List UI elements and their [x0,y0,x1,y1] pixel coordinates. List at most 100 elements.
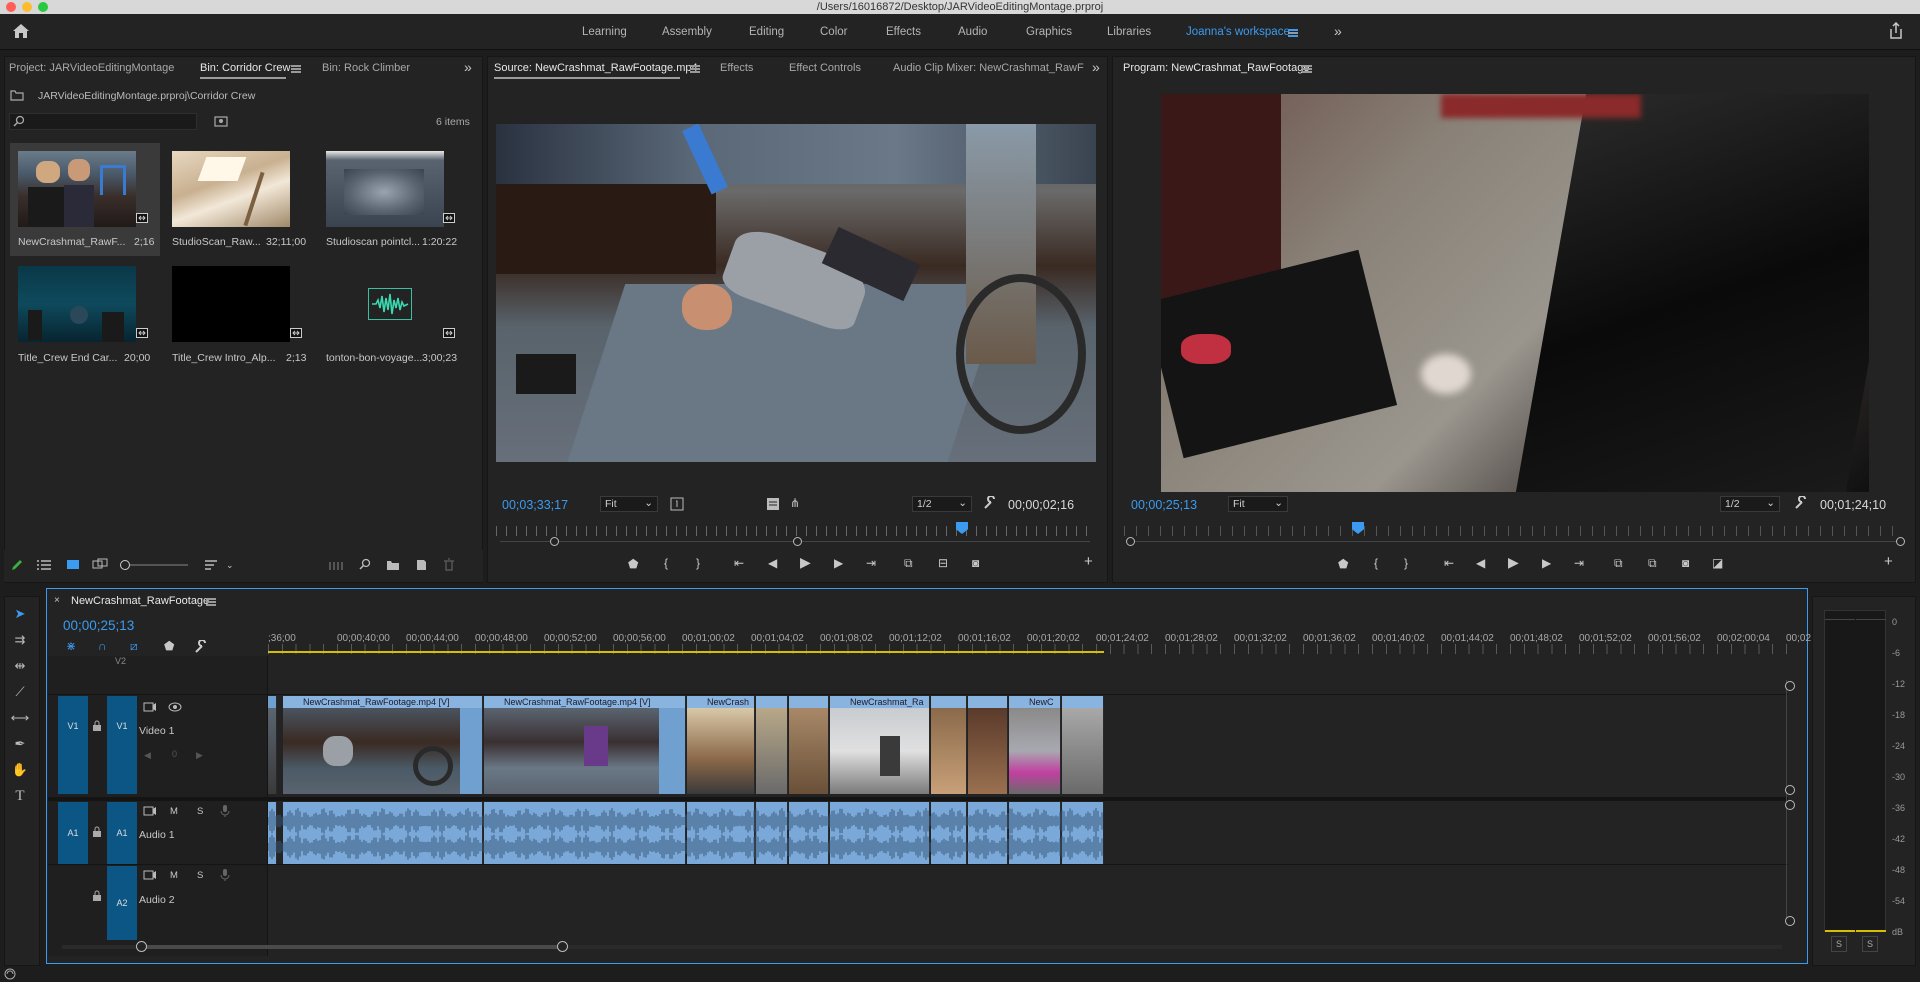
video-clip[interactable] [756,696,788,794]
work-area-bar[interactable] [268,651,1104,653]
add-marker-icon[interactable]: ⬟ [1338,558,1348,570]
more-workspaces-icon[interactable]: » [1334,24,1342,38]
mark-in-icon[interactable]: { [664,557,668,569]
prev-keyframe-icon[interactable]: ◀ [144,749,151,761]
add-marker-icon[interactable]: ⬟ [628,558,638,570]
workspace-editing[interactable]: Editing [749,26,784,38]
button-editor-icon[interactable]: + [1084,554,1093,569]
microphone-icon[interactable] [220,804,230,818]
bin-menu-icon[interactable] [291,65,301,73]
vertical-scroll-handle[interactable] [1785,916,1795,926]
sync-lock-icon[interactable] [143,806,157,816]
video-clip[interactable] [789,696,829,794]
video-clip[interactable]: NewCrash [687,696,755,794]
video-clip[interactable]: NewC [1009,696,1061,794]
video-clip[interactable]: NewCrashmat_Ra [830,696,930,794]
step-back-icon[interactable]: ◀ [1476,557,1485,569]
safe-margins-icon[interactable] [670,497,684,511]
track-select-tool-icon[interactable]: ⇉ [9,630,31,650]
sort-dropdown-icon[interactable]: ⌄ [226,559,234,571]
overwrite-icon[interactable]: ⊟ [938,557,948,569]
minimize-window-icon[interactable] [22,2,32,12]
next-keyframe-icon[interactable]: ▶ [196,749,203,761]
sync-lock-icon[interactable] [143,870,157,880]
extract-icon[interactable]: ⧉ [1648,557,1657,569]
workspace-graphics[interactable]: Graphics [1026,26,1072,38]
bin-item-thumbnail[interactable] [172,151,290,227]
track-target-a3[interactable] [107,930,137,940]
lift-icon[interactable]: ⧉ [1614,557,1623,569]
lock-icon[interactable] [92,720,102,732]
settings-wrench-icon[interactable] [1794,496,1808,510]
source-fit-select[interactable]: Fit ⌄ [600,496,658,512]
bin-item-name[interactable]: StudioScan_Raw... [172,236,261,248]
program-video-frame[interactable] [1161,94,1869,492]
snap-icon[interactable]: ∩ [98,640,107,652]
go-to-in-icon[interactable]: ⇤ [734,557,744,569]
pen-tool-icon[interactable]: ✒ [9,734,31,754]
linked-selection-icon[interactable]: ⧄ [130,640,138,652]
find-icon[interactable] [358,558,372,572]
mark-in-icon[interactable]: { [1374,557,1378,569]
vertical-scroll-handle[interactable] [1785,681,1795,691]
tab-bin-rock-climber[interactable]: Bin: Rock Climber [322,62,410,74]
tab-effect-controls[interactable]: Effect Controls [789,62,861,74]
drag-audio-only-icon[interactable]: ⋔ [790,497,800,509]
automate-to-sequence-icon[interactable] [329,559,343,571]
timeline-playhead-timecode[interactable]: 00;00;25;13 [63,618,134,633]
mute-button[interactable]: M [170,806,178,817]
settings-wrench-icon[interactable] [983,496,997,510]
step-forward-icon[interactable]: ▶ [834,557,843,569]
new-bin-icon[interactable] [386,559,400,571]
slip-tool-icon[interactable]: ⟷ [9,708,31,728]
source-menu-icon[interactable] [690,65,700,73]
export-frame-icon[interactable]: ◙ [1682,557,1689,569]
step-forward-icon[interactable]: ▶ [1542,557,1551,569]
tab-source[interactable]: Source: NewCrashmat_RawFootage.mp4 [494,62,698,74]
drag-video-only-icon[interactable] [766,497,780,511]
tab-effects[interactable]: Effects [720,62,753,74]
program-resolution-select[interactable]: 1/2 ⌄ [1720,496,1780,512]
bin-item-name[interactable]: tonton-bon-voyage... [326,352,422,364]
workspace-libraries[interactable]: Libraries [1107,26,1151,38]
source-playhead-timecode[interactable]: 00;03;33;17 [502,498,568,512]
bin-item-thumbnail[interactable] [326,151,444,227]
tab-program[interactable]: Program: NewCrashmat_RawFootage [1123,62,1309,74]
program-fit-select[interactable]: Fit ⌄ [1228,496,1288,512]
list-view-icon[interactable] [36,559,52,571]
video-clip[interactable] [968,696,1008,794]
mute-button[interactable]: M [170,870,178,881]
timeline-settings-wrench-icon[interactable] [194,640,208,654]
ripple-edit-tool-icon[interactable]: ⇹ [9,656,31,676]
tab-project[interactable]: Project: JARVideoEditingMontage [9,62,174,74]
trash-icon[interactable] [442,558,456,572]
bin-item-thumbnail[interactable] [18,151,136,227]
program-zoom-bar[interactable] [1128,541,1902,542]
microphone-icon[interactable] [220,868,230,882]
track-name-audio-1[interactable]: Audio 1 [139,829,175,841]
tab-sequence[interactable]: NewCrashmat_RawFootage [71,595,209,607]
zoom-handle-left[interactable] [550,537,559,546]
workspace-joannas[interactable]: Joanna's workspace [1186,26,1290,38]
step-back-icon[interactable]: ◀ [768,557,777,569]
video-clip[interactable] [268,696,277,794]
lock-icon[interactable] [92,890,102,902]
export-frame-icon[interactable]: ◙ [972,557,979,569]
sort-icon[interactable] [204,559,218,571]
icon-view-icon[interactable] [66,558,80,572]
new-item-icon[interactable] [414,558,428,572]
video-clip[interactable] [1062,696,1104,794]
render-status-icon[interactable] [3,968,17,980]
go-to-out-icon[interactable]: ⇥ [866,557,876,569]
mark-out-icon[interactable]: } [1404,557,1408,569]
video-clip[interactable]: NewCrashmat_RawFootage.mp4 [V] [283,696,483,794]
track-target-v1[interactable]: V1 [107,696,137,794]
source-video-frame[interactable] [496,124,1096,462]
bin-item-thumbnail[interactable] [18,266,136,342]
go-to-out-icon[interactable]: ⇥ [1574,557,1584,569]
razor-tool-icon[interactable]: ⟋ [9,682,31,702]
program-time-ruler[interactable] [1124,526,1904,536]
panel-overflow-icon[interactable]: » [464,60,472,74]
bin-item-name[interactable]: NewCrashmat_RawF... [18,236,125,248]
bin-item-name[interactable]: Studioscan pointcl... [326,236,420,248]
